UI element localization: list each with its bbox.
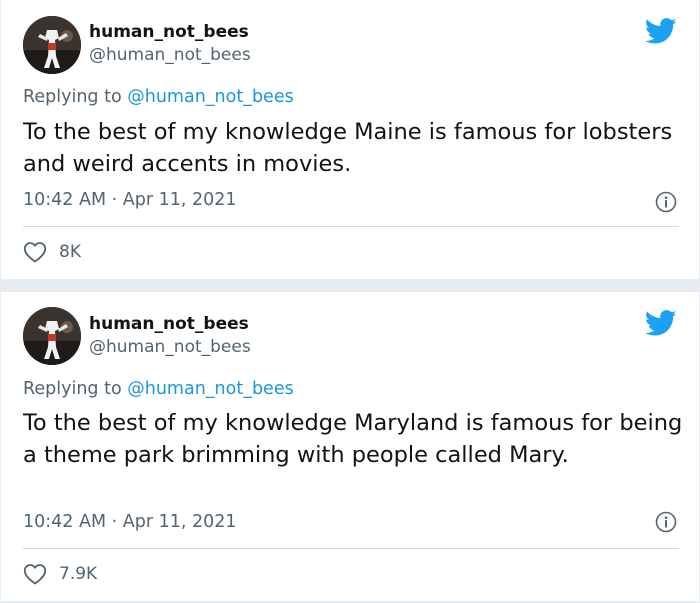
reply-mention-link[interactable]: @human_not_bees bbox=[127, 379, 293, 399]
info-icon[interactable] bbox=[655, 191, 677, 213]
user-handle[interactable]: @human_not_bees bbox=[89, 45, 251, 65]
like-count: 7.9K bbox=[59, 564, 98, 584]
display-name[interactable]: human_not_bees bbox=[89, 314, 249, 334]
user-handle[interactable]: @human_not_bees bbox=[89, 337, 251, 357]
heart-icon bbox=[23, 242, 47, 263]
avatar[interactable] bbox=[23, 307, 81, 365]
heart-icon bbox=[23, 564, 47, 585]
tweet-text: To the best of my knowledge Maine is fam… bbox=[23, 119, 673, 177]
info-icon[interactable] bbox=[655, 511, 677, 533]
twitter-bird-icon[interactable] bbox=[645, 310, 677, 337]
timestamp[interactable]: 10:42 AM · Apr 11, 2021 bbox=[23, 512, 237, 532]
replying-to: Replying to @human_not_bees bbox=[23, 379, 294, 399]
twitter-bird-icon[interactable] bbox=[645, 18, 677, 45]
divider bbox=[23, 548, 679, 549]
timestamp[interactable]: 10:42 AM · Apr 11, 2021 bbox=[23, 190, 237, 210]
replying-prefix: Replying to bbox=[23, 87, 128, 107]
like-button[interactable]: 7.9K bbox=[23, 563, 97, 585]
replying-to: Replying to @human_not_bees bbox=[23, 87, 294, 107]
tweet-text: To the best of my knowledge Maryland is … bbox=[23, 410, 683, 468]
display-name[interactable]: human_not_bees bbox=[89, 22, 249, 42]
replying-prefix: Replying to bbox=[23, 379, 128, 399]
divider bbox=[23, 226, 679, 227]
avatar[interactable] bbox=[23, 16, 81, 74]
reply-mention-link[interactable]: @human_not_bees bbox=[127, 87, 293, 107]
tweet-card: human_not_bees @human_not_bees Replying … bbox=[1, 292, 699, 601]
like-button[interactable]: 8K bbox=[23, 241, 81, 263]
like-count: 8K bbox=[59, 242, 81, 262]
tweet-card: human_not_bees @human_not_bees Replying … bbox=[1, 0, 699, 279]
